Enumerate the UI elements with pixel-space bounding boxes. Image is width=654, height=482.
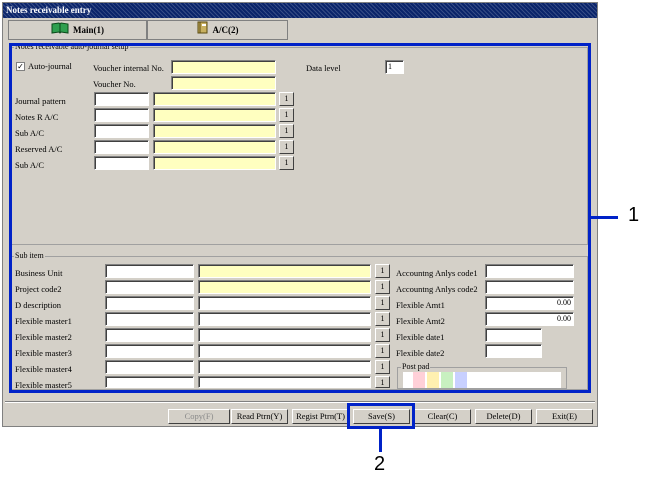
book-icon bbox=[51, 22, 69, 40]
callout-line-1 bbox=[591, 216, 618, 219]
callout-number-1: 1 bbox=[628, 204, 640, 226]
tab-main[interactable]: Main(1) bbox=[8, 20, 147, 40]
tab-main-label: Main(1) bbox=[73, 25, 104, 35]
callout-number-2: 2 bbox=[374, 453, 386, 475]
window-title: Notes receivable entry bbox=[3, 3, 597, 18]
copy-button[interactable]: Copy(F) bbox=[168, 409, 230, 424]
tab-ac[interactable]: A/C(2) bbox=[147, 20, 288, 40]
delete-button[interactable]: Delete(D) bbox=[475, 409, 532, 424]
divider bbox=[5, 401, 595, 403]
regist-pattern-button[interactable]: Regist Ptrn(T) bbox=[292, 409, 349, 424]
clear-button[interactable]: Clear(C) bbox=[414, 409, 471, 424]
read-pattern-button[interactable]: Read Ptrn(Y) bbox=[231, 409, 288, 424]
exit-button[interactable]: Exit(E) bbox=[536, 409, 593, 424]
callout-box-1 bbox=[9, 43, 591, 393]
callout-box-2 bbox=[347, 403, 415, 429]
tab-ac-label: A/C(2) bbox=[212, 25, 239, 35]
ledger-icon bbox=[197, 21, 209, 40]
callout-line-2 bbox=[379, 429, 382, 452]
